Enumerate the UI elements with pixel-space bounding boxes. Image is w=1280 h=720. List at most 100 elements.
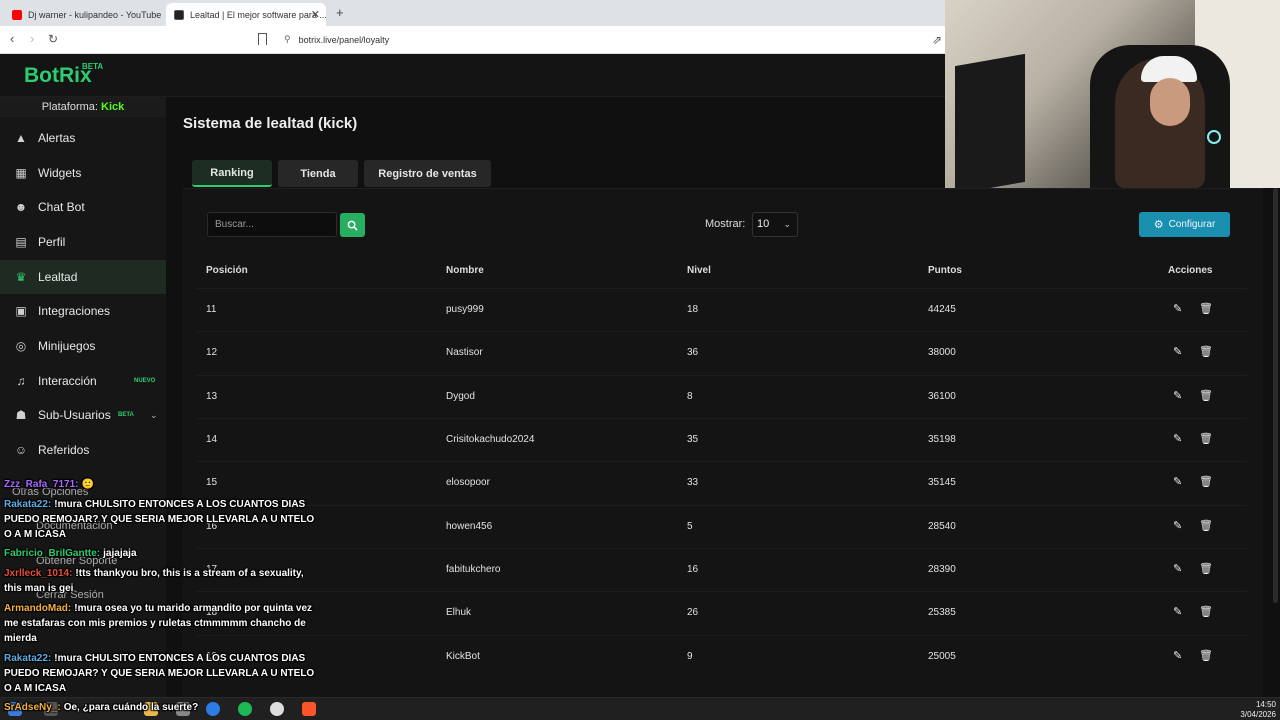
sidebar-item-alertas[interactable]: ▲ Alertas [0, 121, 166, 155]
cell-level: 5 [687, 521, 693, 532]
tab-label: Tienda [300, 167, 336, 180]
edit-icon[interactable]: ✎ [1173, 562, 1182, 575]
column-header-nivel[interactable]: Nivel [687, 265, 711, 276]
trash-icon[interactable]: 🗑 [1199, 605, 1213, 618]
system-clock[interactable]: 14:50 3/04/2026 [1232, 700, 1276, 720]
cell-points: 36100 [928, 391, 956, 402]
edit-icon[interactable]: ✎ [1173, 605, 1182, 618]
configure-button[interactable]: ⚙ Configurar [1139, 212, 1230, 237]
sidebar-item-label: Interacción [38, 374, 97, 388]
chat-username: Zzz_Rafa_7171: [4, 479, 79, 490]
trash-icon[interactable]: 🗑 [1199, 649, 1213, 662]
edit-icon[interactable]: ✎ [1173, 649, 1182, 662]
browser-tab-bar: Dj warner - kulipandeo - YouTube Lealtad… [0, 0, 945, 26]
botrix-favicon-icon [174, 9, 184, 20]
column-header-puntos[interactable]: Puntos [928, 265, 962, 276]
forward-icon[interactable]: › [30, 32, 34, 46]
sidebar-item-widgets[interactable]: ▦ Widgets [0, 156, 166, 190]
chat-message: Rakata22: !mura CHULSITO ENTONCES A LOS C… [4, 651, 324, 696]
monitor [955, 53, 1025, 188]
table-row: 11 pusy999 18 44245 ✎ 🗑 [197, 288, 1247, 331]
sidebar-item-sub-usuarios[interactable]: ☗ Sub-Usuarios BETA ⌄ [0, 398, 166, 432]
address-bar[interactable]: ⚲ botrix.live/panel/loyalty [284, 34, 389, 45]
tab-title: Dj warner - kulipandeo - YouTube [28, 9, 162, 20]
edit-icon[interactable]: ✎ [1173, 519, 1182, 532]
cell-level: 26 [687, 607, 699, 618]
cell-points: 44245 [928, 304, 956, 315]
edit-icon[interactable]: ✎ [1173, 389, 1182, 402]
tab-registro-ventas[interactable]: Registro de ventas [364, 160, 491, 187]
page-size-value: 10 [757, 218, 770, 230]
sidebar-item-label: Referidos [38, 443, 90, 457]
users-icon: ☗ [15, 408, 27, 422]
chevron-down-icon: ⌄ [783, 219, 791, 229]
trash-icon[interactable]: 🗑 [1199, 345, 1213, 358]
sidebar-item-lealtad[interactable]: ♛ Lealtad [0, 260, 166, 294]
column-header-acciones: Acciones [1168, 265, 1213, 276]
cell-name: Dygod [446, 391, 475, 402]
trash-icon[interactable]: 🗑 [1199, 519, 1213, 532]
screen: Dj warner - kulipandeo - YouTube Lealtad… [0, 0, 1280, 720]
sidebar-item-chat-bot[interactable]: ☻ Chat Bot [0, 190, 166, 224]
cell-points: 35198 [928, 434, 956, 445]
sidebar-item-interaccion[interactable]: ♫ Interacción NUEVO [0, 364, 166, 398]
platform-value: Kick [101, 101, 125, 113]
grid-icon: ▦ [15, 166, 27, 180]
site-info-icon[interactable]: ⚲ [284, 34, 291, 45]
cell-position: 11 [206, 304, 217, 315]
chat-username: Fabricio_BrilGantte: [4, 548, 101, 559]
cell-name: Crisitokachudo2024 [446, 434, 535, 445]
search-button[interactable] [340, 213, 365, 237]
share-icon[interactable]: ⇗ [932, 33, 942, 47]
edit-icon[interactable]: ✎ [1173, 302, 1182, 315]
tab-tienda[interactable]: Tienda [278, 160, 358, 187]
edit-icon[interactable]: ✎ [1173, 475, 1182, 488]
cell-name: fabitukchero [446, 564, 501, 575]
table-row: 12 Nastisor 36 38000 ✎ 🗑 [197, 331, 1247, 374]
column-header-nombre[interactable]: Nombre [446, 265, 484, 276]
reload-icon[interactable]: ↻ [48, 32, 58, 46]
close-icon[interactable]: ✕ [311, 8, 320, 21]
logo-beta-badge: BETA [82, 62, 104, 71]
chevron-down-icon[interactable]: ⌄ [150, 410, 158, 421]
new-tab-icon[interactable]: + [336, 5, 344, 20]
cell-name: KickBot [446, 651, 480, 662]
trash-icon[interactable]: 🗑 [1199, 302, 1213, 315]
edit-icon[interactable]: ✎ [1173, 432, 1182, 445]
edit-icon[interactable]: ✎ [1173, 345, 1182, 358]
clock-date: 3/04/2026 [1240, 710, 1276, 719]
sidebar-item-minijuegos[interactable]: ◎ Minijuegos [0, 329, 166, 363]
search-input[interactable]: Buscar... [207, 212, 337, 237]
search-icon [347, 220, 358, 231]
page-size-select[interactable]: 10 ⌄ [752, 212, 798, 237]
sidebar-item-integraciones[interactable]: ▣ Integraciones [0, 294, 166, 328]
trash-icon[interactable]: 🗑 [1199, 475, 1213, 488]
beta-badge: BETA [118, 412, 134, 418]
trash-icon[interactable]: 🗑 [1199, 389, 1213, 402]
chat-text: Oe, ¿para cuándo la suerte? [63, 702, 199, 713]
clock-time: 14:50 [1255, 700, 1276, 709]
sidebar-item-perfil[interactable]: ▤ Perfil [0, 225, 166, 259]
scrollbar[interactable] [1273, 188, 1278, 603]
configure-label: Configurar [1168, 219, 1216, 230]
cell-level: 16 [687, 564, 699, 575]
column-header-posicion[interactable]: Posición [206, 265, 248, 276]
id-card-icon: ▤ [15, 235, 27, 249]
browser-tab-botrix[interactable]: Lealtad | El mejor software para ... ✕ [166, 3, 326, 26]
trash-icon[interactable]: 🗑 [1199, 562, 1213, 575]
tab-ranking[interactable]: Ranking [192, 160, 272, 187]
table-row: 16 howen456 5 28540 ✎ 🗑 [197, 505, 1247, 548]
browser-tab-youtube[interactable]: Dj warner - kulipandeo - YouTube [4, 3, 164, 26]
tab-label: Registro de ventas [378, 167, 477, 180]
back-icon[interactable]: ‹ [10, 32, 14, 46]
sidebar-item-label: Minijuegos [38, 339, 96, 353]
cell-position: 12 [206, 347, 218, 358]
sidebar-item-referidos[interactable]: ☺ Referidos [0, 433, 166, 467]
sidebar-item-label: Widgets [38, 166, 82, 180]
bookmark-icon[interactable] [258, 33, 267, 45]
face [1150, 78, 1190, 126]
sidebar-item-label: Lealtad [38, 270, 78, 284]
trash-icon[interactable]: 🗑 [1199, 432, 1213, 445]
chat-username: SrAdseNy_: [4, 702, 61, 713]
chat-message: Zzz_Rafa_7171: 🙂 [4, 477, 324, 492]
